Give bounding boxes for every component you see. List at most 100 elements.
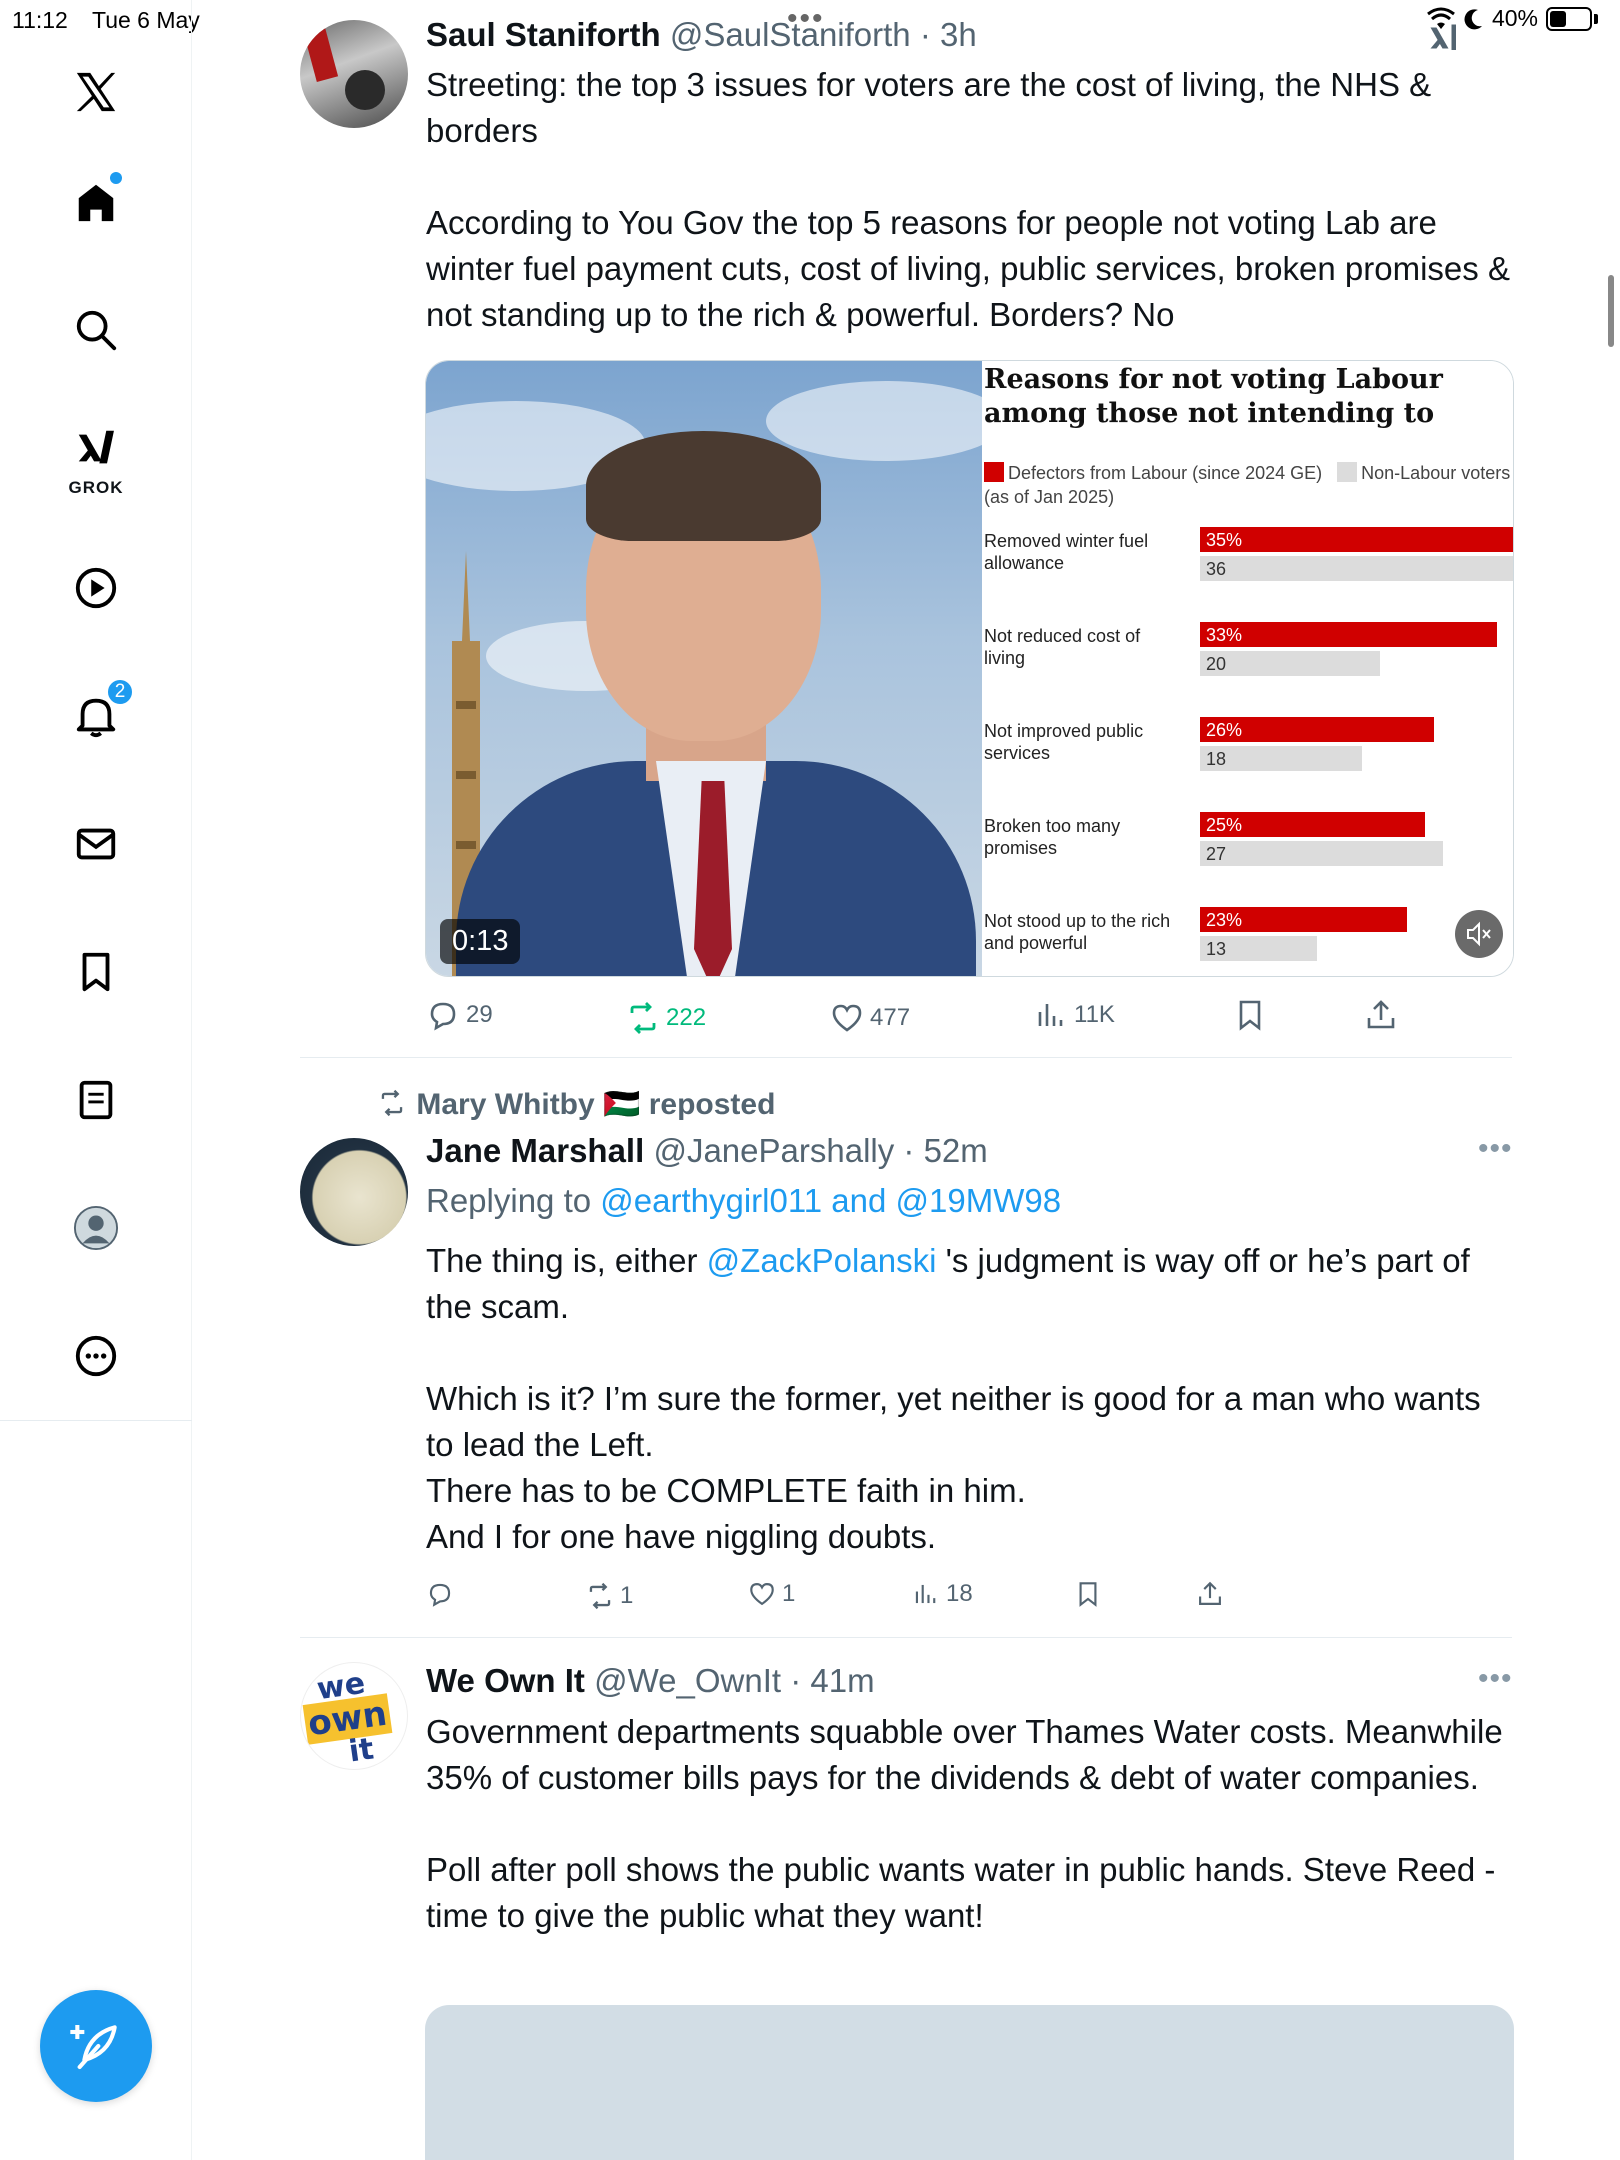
sidebar-item-profile[interactable] — [60, 1192, 132, 1264]
legend-label: Defectors from Labour (since 2024 GE) — [1008, 463, 1323, 483]
author-handle[interactable]: @SaulStaniforth — [670, 16, 911, 53]
compose-post-button[interactable] — [40, 1990, 152, 2102]
sidebar-divider — [0, 1420, 192, 1421]
video-timestamp: 0:13 — [440, 919, 521, 964]
tweet-media-placeholder[interactable] — [425, 2005, 1514, 2160]
sidebar-item-bookmarks[interactable] — [60, 936, 132, 1008]
avatar[interactable] — [300, 20, 408, 128]
category-label: Not stood up to the rich — [984, 911, 1170, 931]
views-button[interactable]: 11K — [1034, 998, 1115, 1032]
repost-button[interactable]: 1 — [586, 1582, 633, 1610]
reply-icon — [430, 1002, 456, 1031]
avatar-text: it — [346, 1731, 376, 1770]
repost-context[interactable]: Mary Whitby 🇵🇸 reposted — [376, 1087, 775, 1122]
mute-button[interactable] — [1455, 910, 1503, 958]
views-bar-icon — [915, 1584, 936, 1604]
replying-to-handles[interactable]: @earthygirl011 and @19MW98 — [600, 1182, 1061, 1219]
bar-value-label: 27 — [1206, 844, 1226, 864]
share-icon — [1199, 1581, 1221, 1605]
bar-value-label: 20 — [1206, 654, 1226, 674]
non-labour-bar — [1200, 651, 1380, 676]
more-options-icon[interactable]: ••• — [1478, 1132, 1513, 1166]
bar-value-label: 25% — [1206, 815, 1242, 835]
notification-badge: 2 — [106, 678, 134, 706]
tweet-media[interactable]: 0:13 Reasons for not voting Labour among… — [425, 360, 1514, 977]
more-options-icon[interactable]: ••• — [1478, 1662, 1513, 1696]
mention-link[interactable]: @ZackPolanski — [707, 1242, 937, 1279]
tweet-divider — [300, 1637, 1512, 1638]
category-label: promises — [984, 838, 1057, 858]
defectors-bar — [1200, 527, 1513, 552]
sidebar-item-more[interactable] — [60, 1320, 132, 1392]
sidebar-item-home[interactable] — [60, 166, 132, 238]
author-handle[interactable]: @JaneParshally — [653, 1132, 894, 1169]
play-icon — [75, 567, 117, 609]
repost-icon — [589, 1582, 611, 1610]
author-handle[interactable]: @We_OwnIt — [594, 1662, 781, 1699]
search-icon — [76, 310, 117, 351]
view-count: 18 — [946, 1580, 973, 1607]
view-count: 11K — [1074, 1001, 1115, 1028]
battery-icon — [1546, 6, 1592, 31]
home-icon — [78, 184, 114, 222]
category-label: Not reduced cost of — [984, 626, 1141, 646]
sidebar-item-video[interactable] — [60, 552, 132, 624]
sidebar-item-grok[interactable] — [60, 412, 132, 484]
reply-button[interactable]: 29 — [426, 998, 493, 1032]
category-label: Removed winter fuel — [984, 531, 1148, 551]
bookmark-icon — [82, 952, 110, 992]
post-time[interactable]: 41m — [810, 1662, 874, 1699]
x-logo-icon[interactable] — [60, 56, 132, 128]
reply-button[interactable] — [426, 1580, 460, 1608]
author-name[interactable]: We Own It — [426, 1662, 585, 1699]
reposted-by-name: Mary Whitby 🇵🇸 — [416, 1088, 641, 1121]
tweet-text: The thing is, either @ZackPolanski 's ju… — [426, 1242, 1481, 1555]
chart-panel: Reasons for not voting Labour among thos… — [982, 361, 1513, 976]
avatar[interactable]: we own it — [300, 1662, 408, 1770]
avatar[interactable] — [300, 1138, 408, 1246]
share-button[interactable] — [1364, 998, 1398, 1032]
reposted-label: reposted — [648, 1088, 776, 1121]
chart-title: Reasons for not voting Labour among thos… — [984, 364, 1443, 429]
sidebar-item-explore[interactable] — [60, 294, 132, 366]
category-label: allowance — [984, 553, 1064, 573]
category-label: services — [984, 743, 1050, 763]
like-count: 1 — [782, 1580, 796, 1607]
speaker-muted-icon — [1467, 921, 1491, 947]
post-time[interactable]: 52m — [924, 1132, 988, 1169]
repost-button[interactable]: 222 — [626, 1001, 706, 1035]
sidebar-item-messages[interactable] — [60, 808, 132, 880]
tweet-header: We Own It @We_OwnIt · 41m — [426, 1662, 875, 1699]
heart-icon — [832, 1004, 862, 1032]
share-button[interactable] — [1196, 1580, 1224, 1608]
video-player[interactable]: 0:13 — [426, 361, 982, 976]
bar-value-label: 23% — [1206, 910, 1242, 930]
chart-legend: Defectors from Labour (since 2024 GE) No… — [984, 461, 1513, 509]
author-name[interactable]: Saul Staniforth — [426, 16, 661, 53]
grok-icon[interactable] — [1426, 20, 1462, 56]
bookmark-button[interactable] — [1233, 998, 1267, 1032]
bar-value-label: 13 — [1206, 939, 1226, 959]
reply-count: 29 — [466, 1001, 493, 1028]
tweet-text: Government departments squabble over Tha… — [426, 1713, 1503, 1934]
scrollbar[interactable] — [1608, 275, 1614, 347]
repost-icon — [630, 1002, 656, 1034]
sidebar-item-notifications[interactable]: 2 — [60, 678, 134, 752]
reply-icon — [429, 1583, 451, 1607]
views-button[interactable]: 18 — [912, 1580, 973, 1608]
grok-icon — [78, 430, 114, 464]
avatar-icon — [73, 1205, 119, 1251]
tweet-divider — [300, 1057, 1512, 1058]
non-labour-bar — [1200, 556, 1513, 581]
like-button[interactable]: 477 — [830, 1001, 910, 1035]
category-label: Broken too many — [984, 816, 1120, 836]
like-button[interactable]: 1 — [748, 1580, 795, 1608]
grok-label: GROK — [68, 478, 124, 497]
author-name[interactable]: Jane Marshall — [426, 1132, 644, 1169]
sidebar-item-articles[interactable] — [60, 1064, 132, 1136]
post-time[interactable]: 3h — [940, 16, 977, 53]
category-label: and powerful — [984, 933, 1087, 953]
bar-value-label: 35% — [1206, 530, 1242, 550]
sidebar-nav: GROK 2 — [0, 0, 192, 2160]
bookmark-button[interactable] — [1074, 1580, 1102, 1608]
